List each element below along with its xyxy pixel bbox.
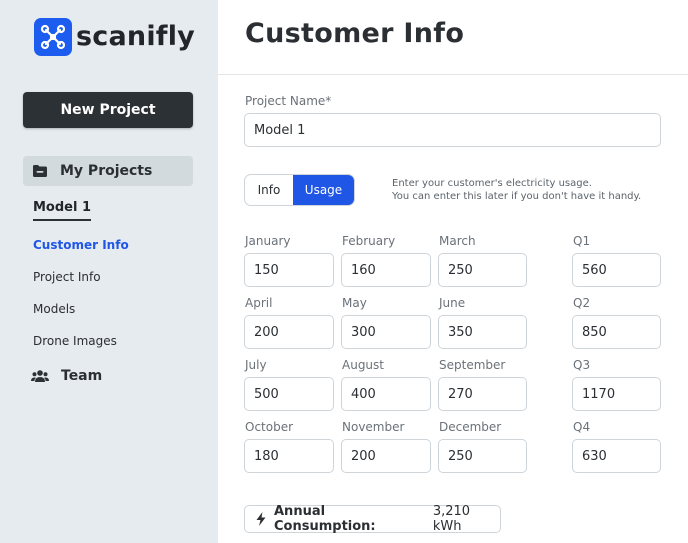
month-input-december[interactable] bbox=[438, 439, 527, 473]
quarter-label-q4: Q4 bbox=[573, 420, 591, 434]
month-input-november[interactable] bbox=[341, 439, 431, 473]
quarter-label-q3: Q3 bbox=[573, 358, 591, 372]
month-input-april[interactable] bbox=[244, 315, 334, 349]
month-input-january[interactable] bbox=[244, 253, 334, 287]
month-input-february[interactable] bbox=[341, 253, 431, 287]
annual-consumption-badge: Annual Consumption: 3,210 kWh bbox=[244, 504, 501, 534]
tab-usage[interactable]: Usage bbox=[293, 175, 354, 205]
month-input-august[interactable] bbox=[341, 377, 431, 411]
month-label-november: November bbox=[342, 420, 405, 434]
month-label-december: December bbox=[439, 420, 502, 434]
hint-line: You can enter this later if you don't ha… bbox=[392, 191, 642, 202]
month-label-may: May bbox=[342, 296, 367, 310]
folder-icon bbox=[32, 164, 48, 178]
quarter-input-q4[interactable] bbox=[572, 439, 661, 473]
month-input-july[interactable] bbox=[244, 377, 334, 411]
hint-line: Enter your customer's electricity usage. bbox=[392, 178, 592, 189]
month-label-march: March bbox=[439, 234, 476, 248]
page-header: Customer Info bbox=[218, 0, 688, 75]
month-input-september[interactable] bbox=[438, 377, 527, 411]
month-input-june[interactable] bbox=[438, 315, 527, 349]
month-input-may[interactable] bbox=[341, 315, 431, 349]
team-icon bbox=[31, 369, 49, 383]
month-label-february: February bbox=[342, 234, 396, 248]
sidebar-item-label: My Projects bbox=[60, 163, 153, 179]
quarter-input-q1[interactable] bbox=[572, 253, 661, 287]
month-label-april: April bbox=[245, 296, 273, 310]
project-name-input[interactable] bbox=[244, 113, 661, 147]
brand-name: scanifly bbox=[76, 21, 195, 52]
sidebar-item-customer-info[interactable]: Customer Info bbox=[33, 238, 129, 252]
month-label-august: August bbox=[342, 358, 384, 372]
page-title: Customer Info bbox=[245, 18, 465, 49]
lightning-bolt-icon bbox=[256, 512, 266, 526]
new-project-button[interactable]: New Project bbox=[23, 92, 193, 128]
sidebar-item-label: Team bbox=[61, 368, 103, 384]
info-usage-toggle: Info Usage bbox=[244, 174, 355, 206]
tab-info[interactable]: Info bbox=[245, 175, 293, 205]
month-label-october: October bbox=[245, 420, 294, 434]
annual-consumption-label: Annual Consumption: bbox=[274, 504, 376, 534]
sidebar-item-drone-images[interactable]: Drone Images bbox=[33, 334, 117, 348]
month-label-july: July bbox=[245, 358, 267, 372]
month-label-june: June bbox=[439, 296, 466, 310]
quarter-label-q1: Q1 bbox=[573, 234, 591, 248]
sidebar-item-my-projects[interactable]: My Projects bbox=[23, 156, 193, 186]
month-input-march[interactable] bbox=[438, 253, 527, 287]
annual-consumption-value: 3,210 kWh bbox=[432, 504, 471, 534]
scanifly-logo-icon bbox=[34, 18, 72, 56]
usage-hint: Enter your customer's electricity usage.… bbox=[392, 177, 641, 203]
quarter-label-q2: Q2 bbox=[573, 296, 591, 310]
quarter-input-q2[interactable] bbox=[572, 315, 661, 349]
sidebar-item-team[interactable]: Team bbox=[31, 368, 102, 384]
current-model-link[interactable]: Model 1 bbox=[33, 200, 92, 221]
sidebar: scanifly New Project My Projects Model 1… bbox=[0, 0, 218, 543]
sidebar-item-project-info[interactable]: Project Info bbox=[33, 270, 101, 284]
month-label-january: January bbox=[245, 234, 291, 248]
month-input-october[interactable] bbox=[244, 439, 334, 473]
quarter-input-q3[interactable] bbox=[572, 377, 661, 411]
project-name-label: Project Name* bbox=[245, 94, 332, 108]
month-label-september: September bbox=[439, 358, 506, 372]
sidebar-item-models[interactable]: Models bbox=[33, 302, 75, 316]
brand-logo[interactable]: scanifly bbox=[34, 18, 195, 56]
